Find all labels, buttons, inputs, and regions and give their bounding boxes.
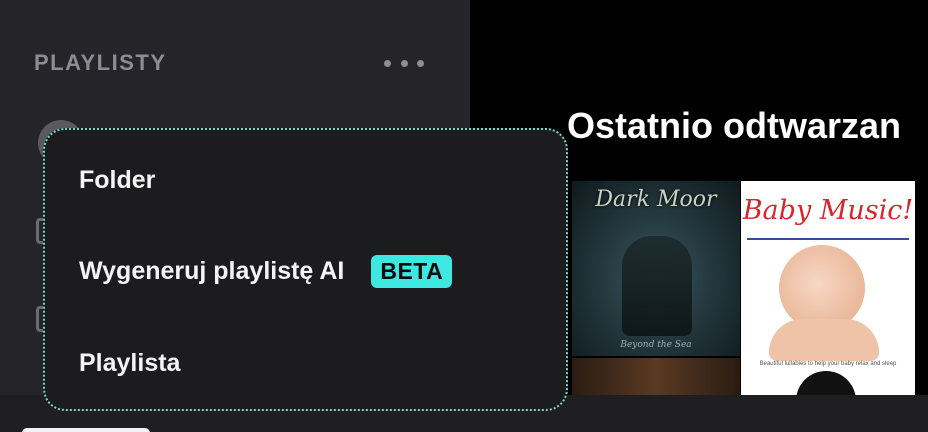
sidebar-title: PLAYLISTY xyxy=(34,50,167,75)
album-cover-dark-moor[interactable]: Dark Moor Beyond the Sea xyxy=(572,181,740,356)
menu-item-label: Playlista xyxy=(79,348,181,377)
cover-art xyxy=(769,319,879,361)
beta-badge: BETA xyxy=(371,254,453,288)
menu-item-label: Wygeneruj playlistę AI xyxy=(79,256,345,285)
album-cover-baby-music[interactable]: Baby Music! Beautiful lullabies to help … xyxy=(741,181,915,395)
more-horizontal-icon[interactable] xyxy=(384,50,424,76)
create-menu-popup: Folder Wygeneruj playlistę AI BETA Playl… xyxy=(43,128,568,411)
menu-item-folder[interactable]: Folder xyxy=(79,160,155,200)
menu-item-label: Folder xyxy=(79,165,156,194)
cover-art xyxy=(796,371,856,395)
menu-item-ai-playlist[interactable]: Wygeneruj playlistę AI BETA xyxy=(79,251,453,291)
home-indicator xyxy=(22,428,150,432)
cover-tagline: Beautiful lullabies to help your baby re… xyxy=(759,361,897,367)
cover-title: Baby Music! xyxy=(742,195,914,226)
dot xyxy=(400,59,408,67)
dot xyxy=(384,59,391,67)
album-cover[interactable] xyxy=(572,358,740,395)
cover-divider xyxy=(747,238,909,240)
cover-title: Dark Moor xyxy=(595,187,717,212)
cover-art xyxy=(622,236,692,336)
dot xyxy=(417,59,424,67)
app-window: PLAYLISTY Ostatnio odtwarzan Dark Moor B… xyxy=(0,0,928,432)
cover-subtitle: Beyond the Sea xyxy=(620,340,692,350)
menu-item-playlist[interactable]: Playlista xyxy=(79,343,180,383)
section-title: Ostatnio odtwarzan xyxy=(567,105,902,146)
